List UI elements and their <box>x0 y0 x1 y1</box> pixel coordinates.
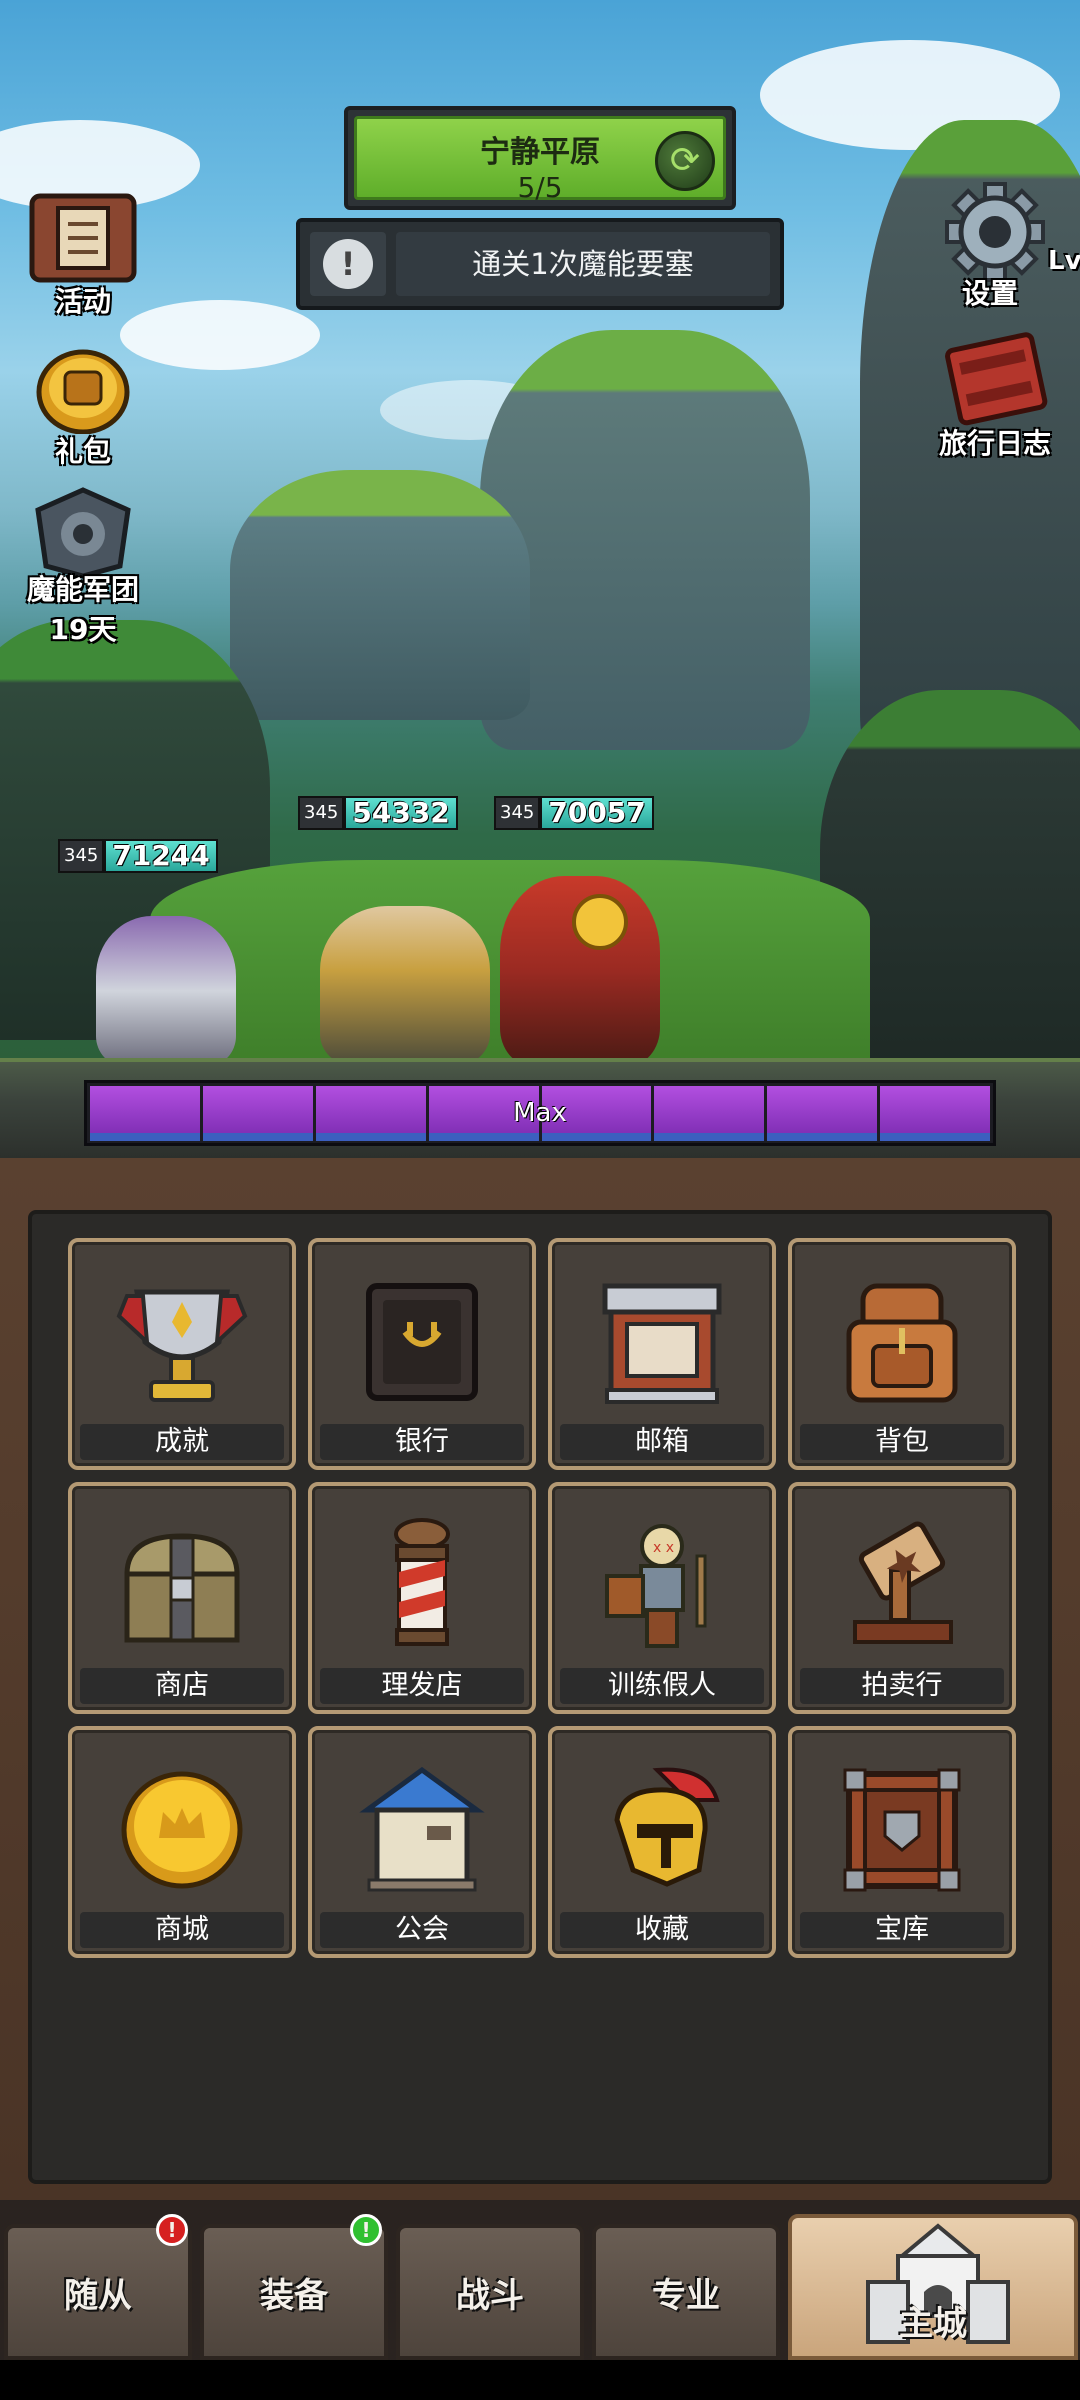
journal-icon <box>945 332 1048 426</box>
town-panel: 成就 银行 邮箱 背包 商店 理发店 x x 训练假人 拍卖行 商城 公会 收藏… <box>0 1158 1080 2200</box>
gift-pack-label: 礼包 <box>54 435 111 468</box>
safe-icon <box>366 1283 478 1401</box>
training-dummy-icon: x x <box>605 1524 707 1648</box>
svg-text:x x: x x <box>653 1540 674 1556</box>
legion-button[interactable]: 魔能军团 19天 <box>8 484 158 648</box>
events-button[interactable]: 活动 <box>8 186 158 320</box>
building-achievements[interactable]: 成就 <box>68 1238 296 1470</box>
building-grid-panel: 成就 银行 邮箱 背包 商店 理发店 x x 训练假人 拍卖行 商城 公会 收藏… <box>28 1210 1052 2184</box>
building-auction-house[interactable]: 拍卖行 <box>788 1482 1016 1714</box>
building-mailbox[interactable]: 邮箱 <box>548 1238 776 1470</box>
helmet-icon <box>614 1767 720 1887</box>
bottom-nav: 随从 ! 装备 ! 战斗 专业 主城 <box>0 2200 1080 2360</box>
hero-hp: 70057 <box>540 796 654 830</box>
backpack-icon <box>846 1283 958 1403</box>
alert-badge-icon: ! <box>156 2214 188 2246</box>
building-label: 银行 <box>320 1424 524 1460</box>
hero-hp-tag: 345 71244 <box>58 838 218 874</box>
hero-level: 345 <box>494 796 541 830</box>
nav-followers[interactable]: 随从 ! <box>4 2214 192 2360</box>
building-label: 商店 <box>80 1668 284 1704</box>
travel-log-label: 旅行日志 <box>938 427 1051 460</box>
building-backpack[interactable]: 背包 <box>788 1238 1016 1470</box>
building-label: 商城 <box>80 1912 284 1948</box>
alert-badge-icon: ! <box>350 2214 382 2246</box>
nav-main-city[interactable]: 主城 <box>788 2214 1078 2360</box>
building-bank[interactable]: 银行 <box>308 1238 536 1470</box>
nav-label: 随从 <box>64 2276 132 2316</box>
building-label: 训练假人 <box>560 1668 764 1704</box>
building-label: 收藏 <box>560 1912 764 1948</box>
building-label: 宝库 <box>800 1912 1004 1948</box>
nav-label: 专业 <box>652 2276 720 2316</box>
hero-hp: 71244 <box>104 839 218 873</box>
scroll-icon <box>29 193 137 283</box>
nav-label: 装备 <box>260 2276 328 2316</box>
building-training-dummy[interactable]: x x 训练假人 <box>548 1482 776 1714</box>
building-mall[interactable]: 商城 <box>68 1726 296 1958</box>
trophy-icon <box>116 1289 248 1402</box>
chest-icon <box>124 1533 240 1643</box>
building-label: 背包 <box>800 1424 1004 1460</box>
hero-hp-tag: 345 70057 <box>494 795 654 831</box>
level-indicator: Lv <box>1048 246 1080 276</box>
nav-battle[interactable]: 战斗 <box>396 2224 584 2360</box>
stage-selector[interactable]: 宁静平原 5/5 ⟳ <box>344 106 736 210</box>
building-label: 拍卖行 <box>800 1668 1004 1704</box>
gift-coin-icon <box>36 349 130 435</box>
quest-banner[interactable]: ! 通关1次魔能要塞 <box>296 218 784 310</box>
gold-coin-icon <box>572 894 628 950</box>
legion-days: 19天 <box>49 613 117 646</box>
hero-knight[interactable] <box>320 906 490 1066</box>
quest-text: 通关1次魔能要塞 <box>396 232 770 296</box>
building-label: 公会 <box>320 1912 524 1948</box>
nav-equipment[interactable]: 装备 ! <box>200 2214 388 2360</box>
legion-crest-icon <box>35 487 131 579</box>
building-guild[interactable]: 公会 <box>308 1726 536 1958</box>
building-shop[interactable]: 商店 <box>68 1482 296 1714</box>
building-grid: 成就 银行 邮箱 背包 商店 理发店 x x 训练假人 拍卖行 商城 公会 收藏… <box>68 1238 1016 1958</box>
quest-alert: ! <box>310 232 386 296</box>
energy-bar: Max <box>84 1080 996 1146</box>
gold-coin-icon <box>121 1771 243 1889</box>
building-label: 理发店 <box>320 1668 524 1704</box>
hero-hp: 54332 <box>344 796 458 830</box>
nav-profession[interactable]: 专业 <box>592 2224 780 2360</box>
legion-label: 魔能军团 <box>26 573 139 606</box>
energy-label: Max <box>513 1098 567 1128</box>
hero-level: 345 <box>58 839 105 873</box>
system-bar <box>0 2360 1080 2400</box>
building-label: 邮箱 <box>560 1424 764 1460</box>
building-label: 成就 <box>80 1424 284 1460</box>
battle-scene: 宁静平原 5/5 ⟳ ! 通关1次魔能要塞 活动 礼包 魔能军团 19天 设置 … <box>0 0 1080 1160</box>
building-treasury[interactable]: 宝库 <box>788 1726 1016 1958</box>
vault-icon <box>843 1768 961 1892</box>
hero-archer[interactable] <box>96 916 236 1066</box>
hero-hp-tag: 345 54332 <box>298 795 458 831</box>
mailbox-icon <box>602 1283 722 1404</box>
gavel-icon <box>853 1521 953 1644</box>
nav-label: 战斗 <box>456 2276 524 2316</box>
cliff <box>230 470 530 720</box>
hero-level: 345 <box>298 796 345 830</box>
gear-icon <box>945 182 1045 282</box>
exclamation-icon: ! <box>323 239 373 289</box>
barber-pole-icon <box>394 1518 450 1646</box>
guild-house-icon <box>359 1766 485 1892</box>
travel-log-button[interactable]: 旅行日志 <box>920 330 1070 462</box>
gift-pack-button[interactable]: 礼包 <box>8 344 158 470</box>
building-barber[interactable]: 理发店 <box>308 1482 536 1714</box>
building-collection[interactable]: 收藏 <box>548 1726 776 1958</box>
refresh-icon[interactable]: ⟳ <box>655 131 715 191</box>
